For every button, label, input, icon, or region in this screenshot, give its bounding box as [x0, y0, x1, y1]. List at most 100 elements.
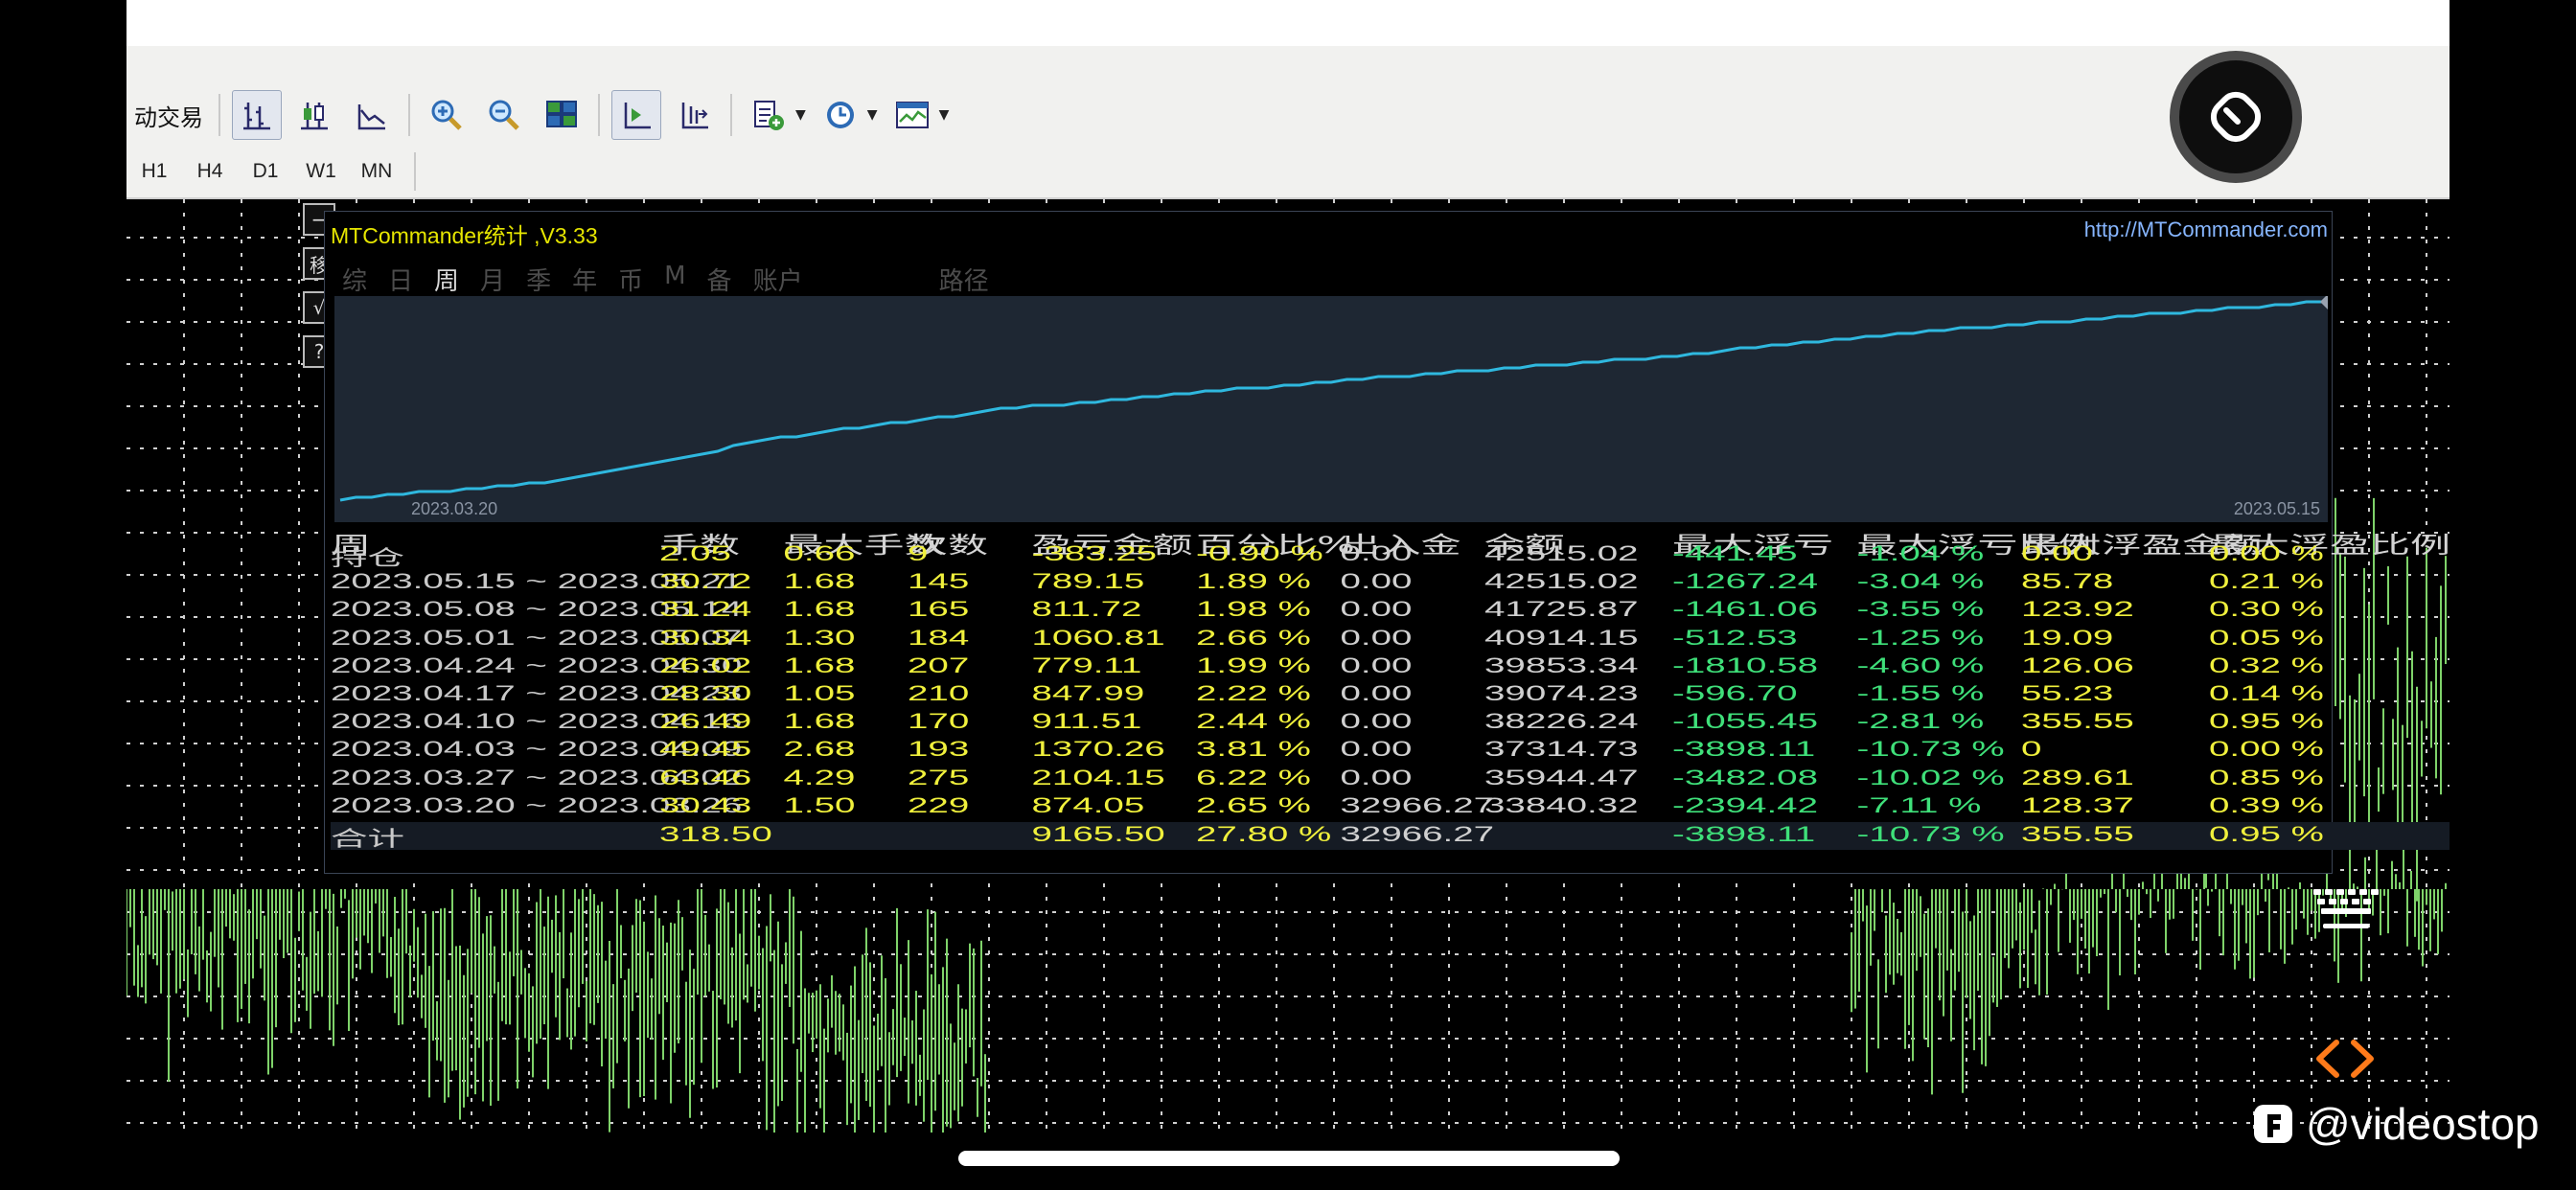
table-row: 2023.04.24 ~ 2023.04.30 26.02 1.68 207 779.1… — [331, 653, 2450, 681]
cell-trades: 193 — [908, 737, 970, 762]
line-chart-icon — [357, 104, 385, 130]
auto-scroll-icon — [624, 103, 651, 129]
line-chart-button[interactable] — [347, 90, 397, 140]
add-indicator-icon — [754, 101, 784, 130]
cell-lots: 26.49 — [659, 709, 752, 734]
tab-2[interactable]: 周 — [434, 262, 459, 297]
screen: 动交易 ▼ ▼ ▼ H1 H4 D1 W1 MN − 移 √ ? MTComma… — [0, 0, 2576, 1190]
cell-lots: 30.43 — [659, 792, 752, 817]
auto-trade-button[interactable]: 动交易 — [126, 99, 211, 132]
indicators-button[interactable] — [744, 90, 794, 140]
zoom-in-button[interactable] — [422, 90, 472, 140]
cell-max-float-profit-pct: 0.95 % — [2209, 822, 2324, 846]
home-indicator-bar[interactable] — [958, 1151, 1620, 1166]
cell-lots: 28.30 — [659, 681, 752, 705]
toolbar-separator — [730, 94, 732, 136]
cell-max-lots: 1.68 — [783, 709, 856, 734]
auto-scroll-button[interactable] — [611, 90, 661, 140]
cell-period: 合计 — [331, 827, 405, 851]
periods-button[interactable] — [816, 90, 865, 140]
chevron-down-icon[interactable]: ▼ — [939, 107, 950, 123]
toolbar-separator — [598, 94, 600, 136]
cell-max-float-profit-pct: 0.21 % — [2209, 569, 2324, 594]
screen-recorder-button[interactable] — [2170, 51, 2302, 183]
toolbar-separator — [218, 94, 220, 136]
tab-3[interactable]: 月 — [480, 262, 505, 297]
cell-deposit: 0.00 — [1340, 597, 1413, 622]
cell-max-float-profit: 19.09 — [2021, 625, 2114, 650]
timeframe-d1[interactable]: D1 — [238, 160, 293, 183]
table-row: 2023.03.27 ~ 2023.04.02 63.46 4.29 275 2104.… — [331, 766, 2450, 793]
tab-0[interactable]: 综 — [342, 262, 367, 297]
cell-max-float-loss: -1055.45 — [1672, 709, 1819, 734]
cell-balance: 38226.24 — [1484, 709, 1639, 734]
tab-5[interactable]: 年 — [572, 262, 597, 297]
cell-trades: 165 — [908, 597, 970, 622]
tab-7[interactable]: M — [664, 262, 685, 297]
bar-chart-icon — [243, 103, 270, 130]
keyboard-icon[interactable] — [2308, 881, 2384, 939]
mtcommander-stats-panel: MTCommander统计 ,V3.33 http://MTCommander.… — [324, 211, 2450, 874]
cell-max-float-loss-pct: -4.60 % — [1856, 652, 1985, 677]
timeframe-h1[interactable]: H1 — [126, 160, 182, 183]
zoom-out-button[interactable] — [479, 90, 529, 140]
cell-pnl: 779.11 — [1031, 652, 1142, 677]
cell-pnl: 789.15 — [1031, 569, 1145, 594]
tab-8[interactable]: 备 — [707, 262, 732, 297]
tab-4[interactable]: 季 — [526, 262, 551, 297]
cell-max-lots: 2.68 — [783, 737, 856, 762]
code-brackets-icon[interactable] — [2312, 1035, 2379, 1083]
cell-max-float-loss-pct: -3.04 % — [1856, 569, 1985, 594]
cell-deposit: 0.00 — [1340, 765, 1413, 790]
cell-max-lots: 1.50 — [783, 792, 856, 817]
table-row: 2023.05.01 ~ 2023.05.07 30.34 1.30 184 1060.… — [331, 626, 2450, 653]
cell-max-float-profit-pct: 0.30 % — [2209, 597, 2324, 622]
cell-max-float-loss-pct: -10.73 % — [1856, 822, 2005, 846]
chevron-down-icon[interactable]: ▼ — [795, 107, 806, 123]
toolbar-separator — [414, 152, 416, 191]
cell-max-float-profit-pct: 0.32 % — [2209, 652, 2324, 677]
mt4-window: 动交易 ▼ ▼ ▼ H1 H4 D1 W1 MN − 移 √ ? MTComma… — [126, 0, 2450, 1133]
cell-max-lots: 1.68 — [783, 597, 856, 622]
panel-url-link[interactable]: http://MTCommander.com — [2084, 217, 2328, 242]
tab-1[interactable]: 日 — [388, 262, 413, 297]
tile-windows-button[interactable] — [537, 90, 586, 140]
table-row: 2023.05.08 ~ 2023.05.14 31.24 1.68 165 811.7… — [331, 597, 2450, 625]
table-row: 2023.05.15 ~ 2023.05.21 30.72 1.68 145 789.1… — [331, 569, 2450, 597]
timeframe-mn[interactable]: MN — [349, 160, 404, 183]
tab-6[interactable]: 币 — [618, 262, 643, 297]
candle-chart-button[interactable] — [289, 90, 339, 140]
candlestick-icon — [301, 103, 328, 130]
cell-max-lots: 4.29 — [783, 765, 856, 790]
cell-balance: 39074.23 — [1484, 681, 1639, 705]
cell-trades: 210 — [908, 681, 970, 705]
price-chart[interactable]: − 移 √ ? MTCommander统计 ,V3.33 http://MTCo… — [126, 199, 2450, 1133]
cell-max-float-loss: -1267.24 — [1672, 569, 1819, 594]
cell-lots: 318.50 — [659, 822, 772, 846]
chart-shift-icon — [681, 103, 708, 129]
zoom-out-icon — [489, 100, 519, 130]
tab-9[interactable]: 账户 — [753, 262, 803, 297]
clock-icon — [826, 102, 854, 128]
zoom-in-icon — [431, 100, 462, 130]
curve-end-date: 2023.05.15 — [2233, 499, 2320, 518]
stats-tabs: 综日周月季年币 M 备账户 路径 — [342, 262, 1010, 297]
table-row: 2023.04.03 ~ 2023.04.09 49.45 2.68 193 1370.… — [331, 737, 2450, 765]
toolbar-separator — [408, 94, 410, 136]
cell-deposit: 0.00 — [1340, 652, 1413, 677]
template-icon — [895, 102, 929, 128]
cell-pnl: 811.72 — [1031, 597, 1142, 622]
cell-lots: 26.02 — [659, 652, 752, 677]
cell-lots: 2.05 — [659, 541, 731, 565]
timeframe-h4[interactable]: H4 — [182, 160, 238, 183]
templates-button[interactable] — [887, 90, 937, 140]
bar-chart-button[interactable] — [232, 90, 282, 140]
timeframe-w1[interactable]: W1 — [293, 160, 349, 183]
tab-path[interactable]: 路径 — [939, 262, 989, 297]
cell-lots: 31.24 — [659, 597, 752, 622]
chart-shift-button[interactable] — [669, 90, 719, 140]
cell-balance: 35944.47 — [1484, 765, 1639, 790]
cell-trades: 207 — [908, 652, 970, 677]
cell-max-lots: 0.66 — [783, 541, 856, 565]
chevron-down-icon[interactable]: ▼ — [867, 107, 878, 123]
